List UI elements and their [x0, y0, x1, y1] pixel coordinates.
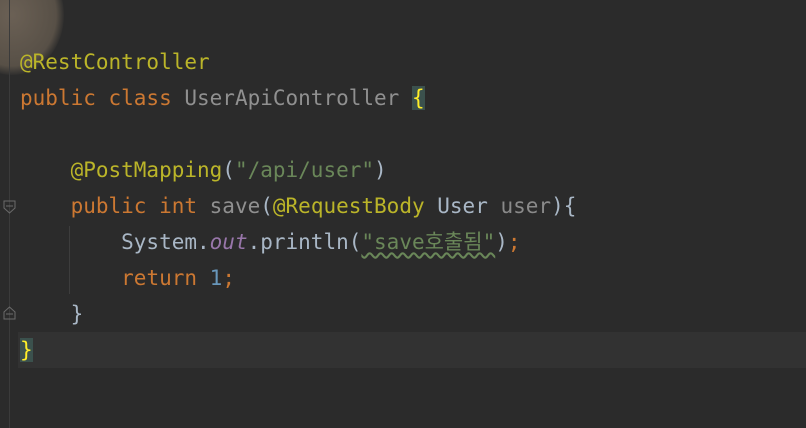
code-line[interactable]: @RestController: [20, 44, 210, 80]
fold-marker-icon[interactable]: [3, 200, 16, 214]
code-line[interactable]: }: [20, 296, 84, 332]
code-token: User: [437, 194, 501, 218]
code-line[interactable]: @PostMapping("/api/user"): [20, 152, 387, 188]
code-token: ): [374, 158, 387, 182]
code-token: "/api/user": [234, 158, 375, 182]
code-line[interactable]: System.out.println("save호출됨");: [20, 224, 521, 260]
code-line[interactable]: public int save(@RequestBody User user){: [20, 188, 577, 224]
code-token: ;: [222, 266, 235, 290]
code-token: System.: [20, 230, 210, 254]
code-token: .println(: [247, 230, 362, 254]
code-token: }: [20, 338, 33, 362]
code-token: @PostMapping: [70, 158, 223, 182]
code-token: save: [209, 194, 261, 218]
code-token: public class: [20, 86, 185, 110]
code-token: ): [495, 230, 508, 254]
code-token: {: [411, 86, 425, 110]
code-token: ;: [507, 230, 521, 254]
code-token: (: [222, 158, 235, 182]
code-token: (: [260, 194, 273, 218]
code-line[interactable]: public class UserApiController {: [20, 80, 425, 116]
code-token: UserApiController: [184, 86, 412, 110]
current-line-highlight: [18, 332, 806, 368]
code-token: return: [121, 266, 210, 290]
code-token: "save호출됨": [361, 230, 496, 254]
code-token: @RequestBody: [272, 194, 438, 218]
code-token: out: [209, 230, 248, 254]
code-token: public int: [70, 194, 210, 218]
code-token: }: [20, 302, 84, 326]
gutter-divider: [9, 0, 10, 428]
code-token: 1: [209, 266, 223, 290]
code-line[interactable]: }: [20, 332, 33, 368]
code-token: ){: [551, 194, 577, 218]
code-token: @RestController: [20, 50, 210, 74]
fold-marker-icon[interactable]: [3, 306, 16, 320]
code-editor[interactable]: @RestController public class UserApiContr…: [0, 0, 806, 428]
code-line[interactable]: return 1;: [20, 260, 235, 296]
code-token: user: [500, 194, 552, 218]
